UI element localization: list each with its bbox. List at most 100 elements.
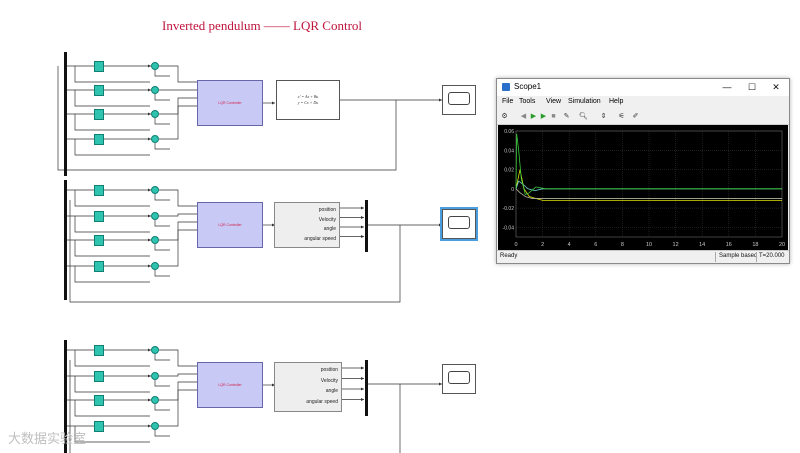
watermark: 大数据实验室 — [8, 432, 87, 447]
zoom-icon[interactable]: 🔍︎ — [579, 112, 588, 121]
minimize-button[interactable]: — — [716, 80, 738, 94]
lqr-controller-block[interactable]: LQR Controller — [197, 362, 263, 408]
step-back-icon[interactable]: ◀ — [519, 112, 528, 121]
status-mode: Sample based — [719, 253, 758, 259]
feedback-line[interactable] — [154, 270, 170, 277]
menu-help[interactable]: Help — [609, 98, 623, 105]
signal-line[interactable] — [159, 373, 197, 377]
lqr-controller-block[interactable]: LQR Controller — [197, 80, 263, 126]
scope-block[interactable] — [442, 85, 476, 115]
signal-line[interactable] — [159, 105, 197, 140]
output-mux-bar[interactable] — [365, 360, 368, 416]
gain-block[interactable] — [94, 109, 104, 120]
lqr-controller-block[interactable]: LQR Controller — [197, 202, 263, 248]
maximize-button[interactable]: ☐ — [741, 80, 763, 94]
scope-window[interactable]: Scope1 — ☐ ✕ File Tools View Simulation … — [496, 78, 790, 264]
sum-block[interactable] — [151, 186, 159, 194]
signal-line[interactable] — [74, 426, 150, 443]
sum-block[interactable] — [151, 422, 159, 430]
signal-line[interactable] — [159, 65, 197, 83]
sum-block[interactable] — [151, 236, 159, 244]
sum-block[interactable] — [151, 110, 159, 118]
feedback-line[interactable] — [154, 220, 170, 227]
feedback-line[interactable] — [154, 70, 170, 77]
feedback-line[interactable] — [154, 354, 170, 361]
menu-tools[interactable]: Tools — [519, 98, 535, 105]
gain-block[interactable] — [94, 134, 104, 145]
menu-view[interactable]: View — [546, 98, 561, 105]
settings-icon[interactable]: ⚙ — [500, 112, 509, 121]
feedback-line[interactable] — [154, 430, 170, 437]
cursor-measure-icon[interactable]: ⚟ — [617, 112, 626, 121]
signal-line[interactable] — [159, 213, 197, 217]
scale-axes-icon[interactable]: ⇕ — [599, 112, 608, 121]
signal-line[interactable] — [74, 66, 150, 83]
output-mux-bar[interactable] — [365, 200, 368, 252]
signal-line[interactable] — [159, 229, 197, 267]
run-icon[interactable]: ▶ — [529, 112, 538, 121]
signal-line[interactable] — [74, 216, 150, 233]
lqr-block-label: LQR Controller — [218, 383, 242, 387]
gain-block[interactable] — [94, 185, 104, 196]
sum-block[interactable] — [151, 372, 159, 380]
simulink-canvas[interactable]: Inverted pendulum —— LQR Control LQR Con… — [0, 0, 800, 453]
highlight-icon[interactable]: ✎ — [562, 112, 571, 121]
menu-simulation[interactable]: Simulation — [568, 98, 601, 105]
gain-block[interactable] — [94, 61, 104, 72]
scope-block[interactable] — [440, 207, 478, 241]
signal-line[interactable] — [159, 349, 197, 367]
inverted-pendulum-plant[interactable]: position Velocity angle angular speed — [274, 202, 340, 248]
signal-line[interactable] — [74, 114, 150, 131]
signal-line[interactable] — [74, 90, 150, 107]
sum-block[interactable] — [151, 62, 159, 70]
gain-block[interactable] — [94, 235, 104, 246]
scope-titlebar[interactable]: Scope1 — ☐ ✕ — [497, 79, 789, 96]
feedback-line[interactable] — [154, 404, 170, 411]
state-space-block[interactable]: x' = Ax + Bu y = Cx + Du — [276, 80, 340, 120]
gain-block[interactable] — [94, 261, 104, 272]
signal-line[interactable] — [159, 389, 197, 427]
feedback-line[interactable] — [154, 143, 170, 150]
signal-line[interactable] — [74, 240, 150, 257]
gain-block[interactable] — [94, 345, 104, 356]
scope-block[interactable] — [442, 364, 476, 394]
sum-block[interactable] — [151, 135, 159, 143]
feedback-line[interactable] — [154, 94, 170, 101]
signal-line[interactable] — [74, 266, 150, 283]
signal-line[interactable] — [74, 376, 150, 393]
input-mux-bar[interactable] — [64, 52, 67, 176]
gain-block[interactable] — [94, 85, 104, 96]
inverted-pendulum-plant[interactable]: position Velocity angle angular speed — [274, 362, 342, 412]
signal-line[interactable] — [74, 139, 150, 156]
feedback-line[interactable] — [154, 118, 170, 125]
signal-line[interactable] — [74, 400, 150, 417]
menu-file[interactable]: File — [502, 98, 513, 105]
signal-line[interactable] — [159, 189, 197, 207]
feedback-line[interactable] — [154, 380, 170, 387]
scope-menubar: File Tools View Simulation Help — [497, 97, 789, 109]
measurements-icon[interactable]: ✐ — [631, 112, 640, 121]
stop-icon[interactable]: ■ — [549, 112, 558, 121]
feedback-line[interactable] — [154, 244, 170, 251]
sum-block[interactable] — [151, 396, 159, 404]
y-tick-label: -0.02 — [503, 206, 515, 212]
signal-line[interactable] — [74, 190, 150, 207]
x-tick-label: 0 — [514, 242, 517, 248]
gain-block[interactable] — [94, 395, 104, 406]
input-mux-bar[interactable] — [64, 180, 67, 300]
gain-block[interactable] — [94, 211, 104, 222]
gain-block[interactable] — [94, 421, 104, 432]
scope-plot[interactable]: 0 2 4 6 8 10 12 14 16 18 20 0.06 0.04 0.02 0 -0.02 -0.04 — [498, 125, 788, 251]
signal-arrow — [361, 387, 364, 391]
y-tick-label: 0.02 — [504, 168, 514, 174]
feedback-line[interactable] — [154, 194, 170, 201]
sum-block[interactable] — [151, 346, 159, 354]
sum-block[interactable] — [151, 262, 159, 270]
signal-line[interactable] — [74, 350, 150, 367]
close-button[interactable]: ✕ — [765, 80, 787, 94]
sum-block[interactable] — [151, 86, 159, 94]
step-forward-icon[interactable]: ▶ — [539, 112, 548, 121]
scope-app-icon — [502, 83, 510, 91]
sum-block[interactable] — [151, 212, 159, 220]
gain-block[interactable] — [94, 371, 104, 382]
